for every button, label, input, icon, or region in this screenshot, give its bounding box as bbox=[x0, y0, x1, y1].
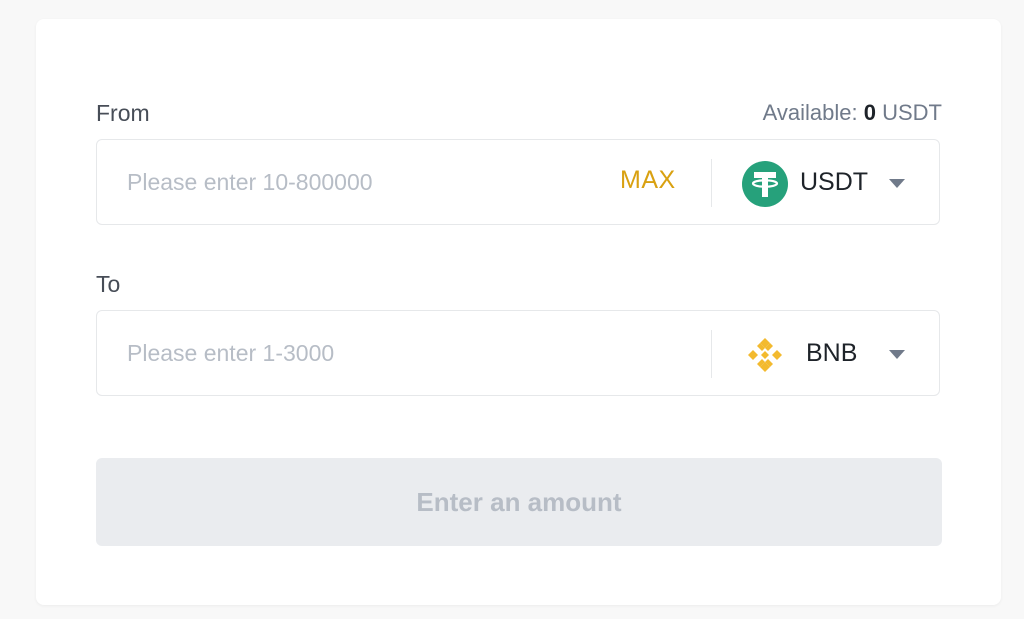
bnb-icon bbox=[748, 338, 782, 372]
to-divider bbox=[711, 330, 712, 378]
to-field: BNB bbox=[96, 310, 940, 396]
from-label-row: From Available: 0 USDT bbox=[96, 98, 942, 128]
to-label-row: To bbox=[96, 269, 942, 299]
available-label: Available: bbox=[762, 100, 858, 125]
chevron-down-icon bbox=[889, 350, 905, 359]
to-coin-select[interactable]: BNB bbox=[727, 323, 927, 385]
submit-button[interactable]: Enter an amount bbox=[96, 458, 942, 546]
to-label: To bbox=[96, 270, 121, 297]
available-amount: 0 bbox=[863, 100, 876, 125]
from-amount-input[interactable] bbox=[127, 162, 587, 202]
available-balance: Available: 0 USDT bbox=[763, 100, 942, 126]
from-coin-select[interactable]: USDT bbox=[727, 152, 927, 214]
from-divider bbox=[711, 159, 712, 207]
from-coin-symbol: USDT bbox=[800, 168, 869, 196]
chevron-down-icon bbox=[889, 179, 905, 188]
from-label: From bbox=[96, 99, 150, 126]
to-coin-symbol: BNB bbox=[806, 339, 858, 367]
max-button[interactable]: MAX bbox=[620, 166, 676, 195]
from-field: MAX USDT bbox=[96, 139, 940, 225]
available-unit: USDT bbox=[882, 100, 942, 125]
to-amount-input[interactable] bbox=[127, 333, 587, 373]
tether-icon bbox=[742, 161, 788, 207]
